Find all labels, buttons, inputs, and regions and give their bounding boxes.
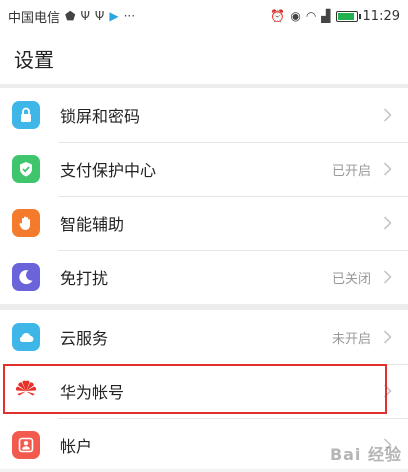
huawei-logo-icon [12, 377, 40, 405]
settings-row-label: 免打扰 [60, 269, 109, 288]
page-title: 设置 [14, 47, 54, 72]
eye-icon: ◉ [290, 9, 301, 23]
cloud-icon [12, 323, 40, 351]
chevron-right-icon [383, 162, 392, 176]
settings-row-huawei-id[interactable]: 华为帐号 [0, 364, 408, 418]
settings-row-label: 帐户 [60, 437, 93, 456]
settings-row-lock-screen[interactable]: 锁屏和密码 [0, 88, 408, 142]
settings-group-security: 锁屏和密码 支付保护中心 已开启 智能辅助 免打扰 已关闭 [0, 88, 408, 304]
carrier-name: 中国电信 [8, 10, 61, 26]
signal-icon: ▟ [321, 9, 331, 23]
status-bar-left: 中国电信 ⬟ Ψ Ψ ▶ ··· [8, 7, 135, 26]
settings-row-label: 锁屏和密码 [60, 107, 141, 126]
settings-row-status: 已关闭 [331, 271, 371, 287]
page-title-bar: 设置 [0, 32, 408, 84]
chevron-right-icon [383, 330, 392, 344]
moon-icon [12, 263, 40, 291]
play-store-icon: ▶ [109, 9, 119, 23]
settings-row-smart-assist[interactable]: 智能辅助 [0, 196, 408, 250]
watermark: Bai 经验 [329, 445, 402, 464]
hand-icon [12, 209, 40, 237]
wifi-icon: ◠ [305, 9, 317, 23]
chevron-right-icon [383, 384, 392, 398]
settings-row-label: 华为帐号 [60, 383, 125, 402]
more-icon: ··· [123, 9, 136, 23]
settings-row-cloud-service[interactable]: 云服务 未开启 [0, 310, 408, 364]
chevron-right-icon [383, 216, 392, 230]
clock: 11:29 [362, 8, 400, 24]
lock-icon [12, 101, 40, 129]
usb-icon: Ψ [80, 9, 90, 23]
usb-icon: Ψ [94, 9, 105, 23]
settings-row-label: 支付保护中心 [60, 161, 157, 180]
settings-row-label: 云服务 [60, 329, 109, 348]
settings-row-label: 智能辅助 [60, 215, 125, 234]
battery-icon [335, 10, 361, 22]
chevron-right-icon [383, 270, 392, 284]
chevron-right-icon [383, 108, 392, 122]
shield-check-icon [12, 155, 40, 183]
status-bar: 中国电信 ⬟ Ψ Ψ ▶ ··· ⏰ ◉ ◠ ▟ 11:29 [0, 0, 408, 32]
shield-icon: ⬟ [65, 9, 76, 23]
account-icon [12, 431, 40, 459]
settings-row-do-not-disturb[interactable]: 免打扰 已关闭 [0, 250, 408, 304]
settings-row-payment-protection[interactable]: 支付保护中心 已开启 [0, 142, 408, 196]
settings-row-status: 未开启 [331, 331, 371, 347]
status-bar-right: ⏰ ◉ ◠ ▟ 11:29 [270, 9, 400, 24]
settings-row-status: 已开启 [331, 163, 371, 179]
alarm-icon: ⏰ [270, 9, 286, 23]
